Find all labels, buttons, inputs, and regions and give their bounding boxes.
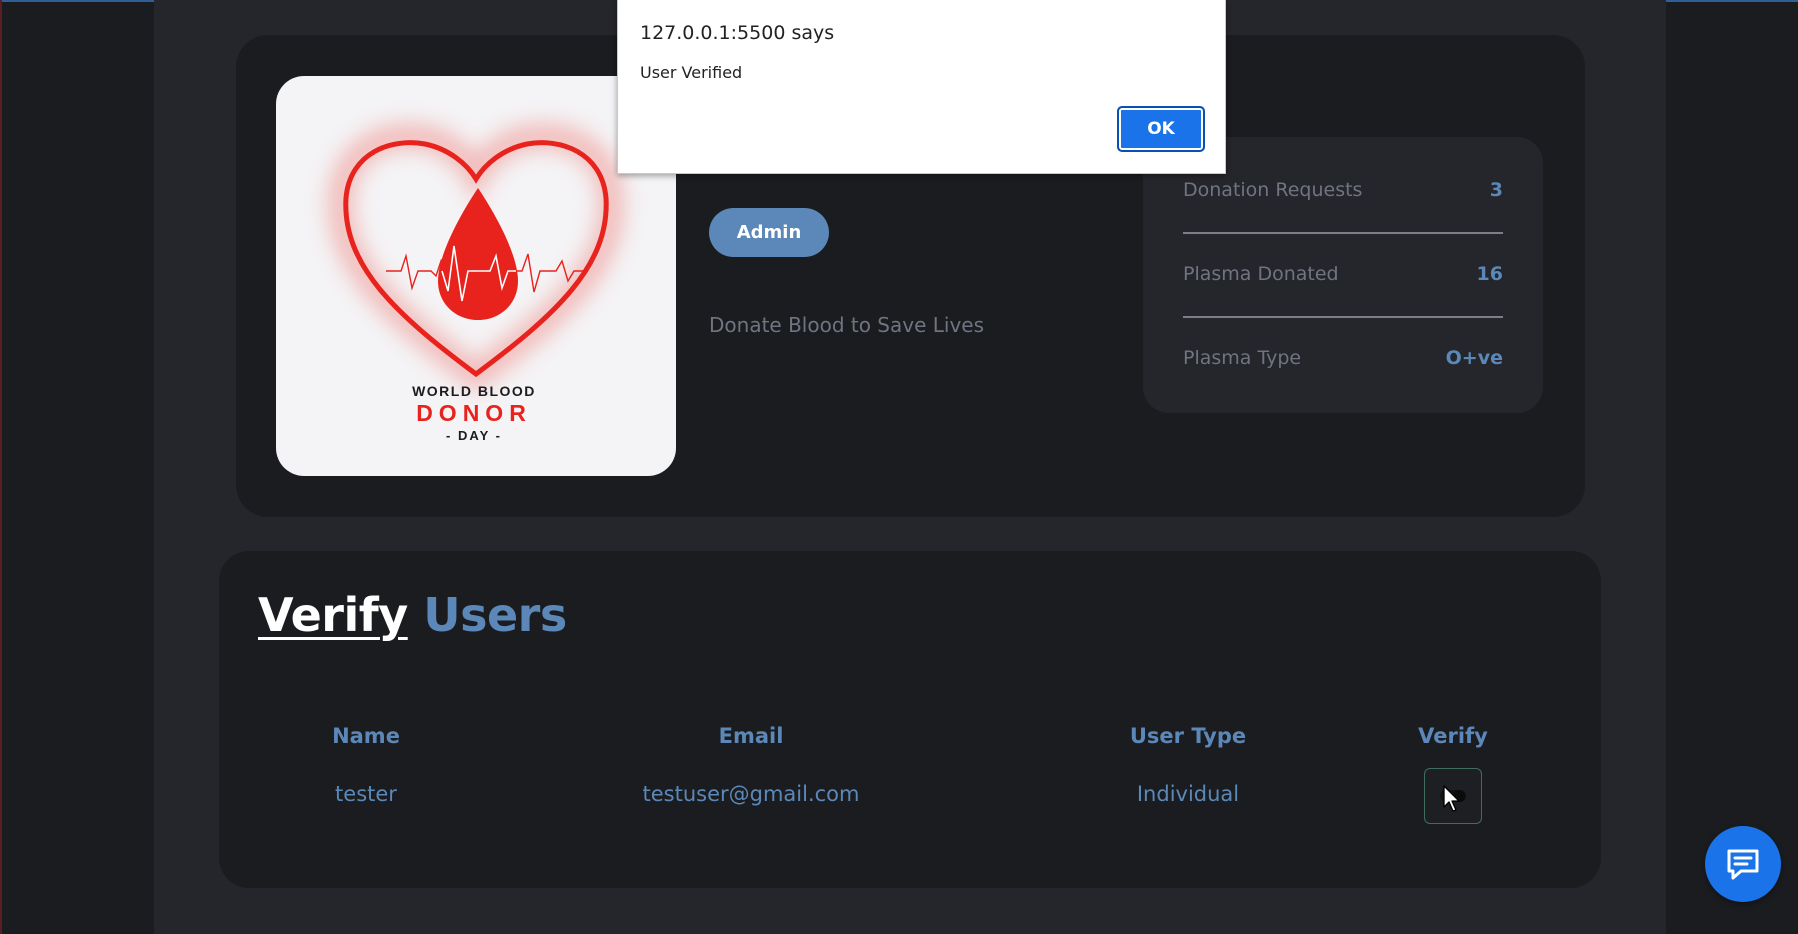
- column-header-name: Name: [332, 724, 400, 748]
- blood-donor-day-logo: WORLD BLOOD DONOR - DAY -: [327, 123, 625, 443]
- cell-user-type: Individual: [1136, 782, 1240, 806]
- cell-email: testuser@gmail.com: [642, 782, 860, 806]
- stat-value: O+ve: [1445, 347, 1503, 369]
- mouse-pointer-icon: [1443, 785, 1460, 812]
- stat-value: 3: [1489, 179, 1503, 201]
- alert-origin: 127.0.0.1:5500 says: [640, 22, 835, 44]
- cell-name: tester: [335, 782, 397, 806]
- logo-line-2: DONOR: [416, 400, 532, 426]
- section-title-part1: Verify: [258, 588, 408, 642]
- column-header-verify: Verify: [1418, 724, 1488, 748]
- chat-icon: [1727, 849, 1759, 880]
- role-badge: Admin: [709, 208, 829, 257]
- section-title-part2: Users: [423, 588, 567, 642]
- left-edge-line: [0, 0, 2, 934]
- profile-image: WORLD BLOOD DONOR - DAY -: [276, 76, 676, 476]
- column-header-email: Email: [718, 724, 784, 748]
- stat-divider: [1183, 232, 1503, 234]
- column-header-user-type: User Type: [1129, 724, 1247, 748]
- stat-label: Donation Requests: [1183, 179, 1363, 201]
- alert-dialog: 127.0.0.1:5500 says User Verified OK: [617, 0, 1226, 174]
- alert-ok-button[interactable]: OK: [1117, 106, 1205, 152]
- chat-button[interactable]: [1705, 826, 1781, 902]
- stat-plasma-donated: Plasma Donated 16: [1183, 259, 1503, 289]
- stat-divider: [1183, 316, 1503, 318]
- profile-tagline: Donate Blood to Save Lives: [709, 313, 985, 337]
- stat-donation-requests: Donation Requests 3: [1183, 175, 1503, 205]
- logo-line-3: - DAY -: [446, 428, 502, 443]
- stats-panel: Donation Requests 3 Plasma Donated 16 Pl…: [1143, 137, 1543, 413]
- stat-label: Plasma Type: [1183, 347, 1302, 369]
- alert-message: User Verified: [640, 63, 743, 82]
- logo-line-1: WORLD BLOOD: [412, 383, 536, 399]
- section-title: Verify Users: [258, 588, 567, 642]
- stat-label: Plasma Donated: [1183, 263, 1339, 285]
- stat-plasma-type: Plasma Type O+ve: [1183, 343, 1503, 373]
- stat-value: 16: [1476, 263, 1503, 285]
